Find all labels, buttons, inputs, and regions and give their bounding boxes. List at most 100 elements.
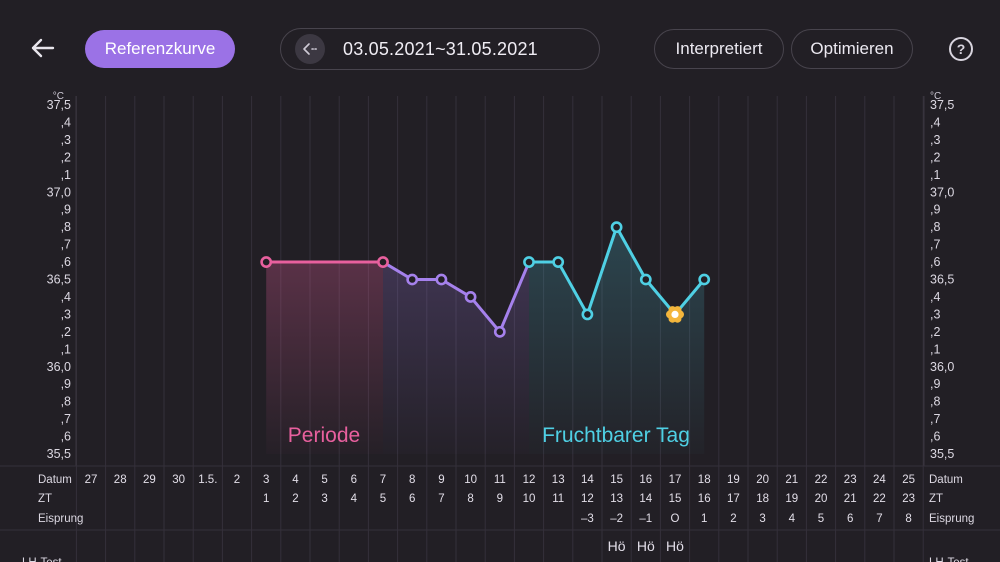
date-label: 22 <box>815 474 828 486</box>
temperature-point[interactable] <box>406 273 419 286</box>
date-label: 4 <box>292 474 299 486</box>
y-tick-label-right: ,3 <box>930 307 940 321</box>
y-tick-label-right: ,4 <box>930 290 940 304</box>
y-tick-label-right: 35,5 <box>930 447 954 461</box>
fertile-day-label: Fruchtbarer Tag <box>542 424 690 447</box>
temperature-point[interactable] <box>698 273 711 286</box>
cycle-day-label: 1 <box>263 493 269 505</box>
cycle-day-label: 17 <box>727 493 740 505</box>
y-tick-label-right: ,9 <box>930 203 940 217</box>
date-label: 2 <box>234 474 240 486</box>
y-tick-label-left: ,9 <box>61 377 71 391</box>
cycle-day-label: 14 <box>639 493 652 505</box>
row-label-lh-left: LH-Test <box>22 557 62 562</box>
date-label: 24 <box>873 474 886 486</box>
y-tick-label-right: ,4 <box>930 115 940 129</box>
date-label: 27 <box>85 474 98 486</box>
y-tick-label-right: ,7 <box>930 412 940 426</box>
temperature-point[interactable] <box>610 221 623 234</box>
date-label: 17 <box>669 474 682 486</box>
y-tick-label-right: ,2 <box>930 325 940 339</box>
cycle-day-label: 11 <box>552 493 564 505</box>
temperature-point[interactable] <box>493 325 506 338</box>
y-tick-label-left: ,4 <box>61 290 71 304</box>
y-tick-label-left: ,7 <box>61 412 71 426</box>
date-label: 10 <box>464 474 477 486</box>
cycle-day-label: 7 <box>438 493 444 505</box>
date-label: 18 <box>698 474 711 486</box>
cycle-day-label: 16 <box>698 493 711 505</box>
temperature-point[interactable] <box>435 273 448 286</box>
mucus-label: Hö <box>608 538 626 554</box>
temperature-point[interactable] <box>581 308 594 321</box>
ovulation-offset-label: O <box>671 513 680 525</box>
y-tick-label-left: ,4 <box>61 115 71 129</box>
cycle-day-label: 19 <box>785 493 798 505</box>
temperature-point[interactable] <box>639 273 652 286</box>
ovulation-offset-label: 1 <box>701 513 707 525</box>
temperature-point[interactable] <box>464 291 477 303</box>
y-tick-label-left: ,3 <box>61 133 71 147</box>
date-label: 19 <box>727 474 740 486</box>
mucus-label: Hö <box>666 538 684 554</box>
y-tick-label-right: ,6 <box>930 430 940 444</box>
ovulation-offset-label: 2 <box>730 513 736 525</box>
y-tick-label-right: 36,0 <box>930 360 954 374</box>
row-label-datum-right: Datum <box>929 474 963 486</box>
y-tick-label-left: ,3 <box>61 307 71 321</box>
temperature-point[interactable] <box>523 256 535 268</box>
date-label: 23 <box>844 474 857 486</box>
date-label: 5 <box>321 474 327 486</box>
cycle-day-label: 12 <box>581 493 594 505</box>
ovulation-offset-label: 6 <box>847 513 853 525</box>
y-tick-label-right: ,6 <box>930 255 940 269</box>
y-tick-label-left: 36,5 <box>47 273 71 287</box>
ovulation-offset-label: 8 <box>905 513 911 525</box>
ovulation-offset-label: –3 <box>581 513 594 525</box>
date-label: 14 <box>581 474 594 486</box>
temperature-chart[interactable]: °C °C37,5 37,5,4,4,3,3,2,2,1,137,0 37,0,9,9… <box>0 0 1000 562</box>
date-label: 9 <box>438 474 444 486</box>
y-tick-label-right: ,1 <box>930 168 940 182</box>
cycle-day-label: 10 <box>523 493 536 505</box>
cycle-day-label: 18 <box>756 493 769 505</box>
date-label: 30 <box>172 474 185 486</box>
period-label: Periode <box>288 424 360 447</box>
y-tick-label-left: ,2 <box>61 150 71 164</box>
ovulation-offset-label: –2 <box>610 513 623 525</box>
y-tick-label-left: ,7 <box>61 238 71 252</box>
y-tick-label-right: ,8 <box>930 395 940 409</box>
y-tick-label-left: ,8 <box>61 220 71 234</box>
cycle-day-label: 15 <box>669 493 682 505</box>
y-tick-label-left: 36,0 <box>47 360 71 374</box>
date-label: 6 <box>351 474 357 486</box>
y-tick-label-right: ,2 <box>930 150 940 164</box>
cycle-day-label: 6 <box>409 493 415 505</box>
date-label: 11 <box>494 474 506 486</box>
temperature-point[interactable] <box>377 256 389 268</box>
y-tick-label-left: 35,5 <box>47 447 71 461</box>
ovulation-offset-label: –1 <box>639 513 652 525</box>
cycle-day-label: 23 <box>902 493 915 505</box>
y-tick-label-right: 37,0 <box>930 185 954 199</box>
temperature-point[interactable] <box>552 256 565 268</box>
y-tick-label-right: ,9 <box>930 377 940 391</box>
row-label-zt-right: ZT <box>929 493 943 505</box>
ovulation-offset-label: 3 <box>759 513 765 525</box>
date-label: 13 <box>552 474 565 486</box>
temperature-point[interactable] <box>260 256 273 268</box>
date-label: 28 <box>114 474 127 486</box>
date-label: 21 <box>785 474 798 486</box>
row-label-datum-left: Datum <box>38 474 72 486</box>
y-tick-label-left: ,8 <box>61 395 71 409</box>
cycle-day-label: 9 <box>497 493 503 505</box>
row-label-eisprung-right: Eisprung <box>929 513 974 525</box>
y-tick-label-left: ,6 <box>61 430 71 444</box>
cycle-day-label: 22 <box>873 493 886 505</box>
luteal-area <box>383 262 529 454</box>
y-tick-label-left: 37,0 <box>47 185 71 199</box>
date-label: 15 <box>610 474 623 486</box>
cycle-day-label: 20 <box>815 493 828 505</box>
ovulation-offset-label: 5 <box>818 513 824 525</box>
date-label: 12 <box>523 474 536 486</box>
